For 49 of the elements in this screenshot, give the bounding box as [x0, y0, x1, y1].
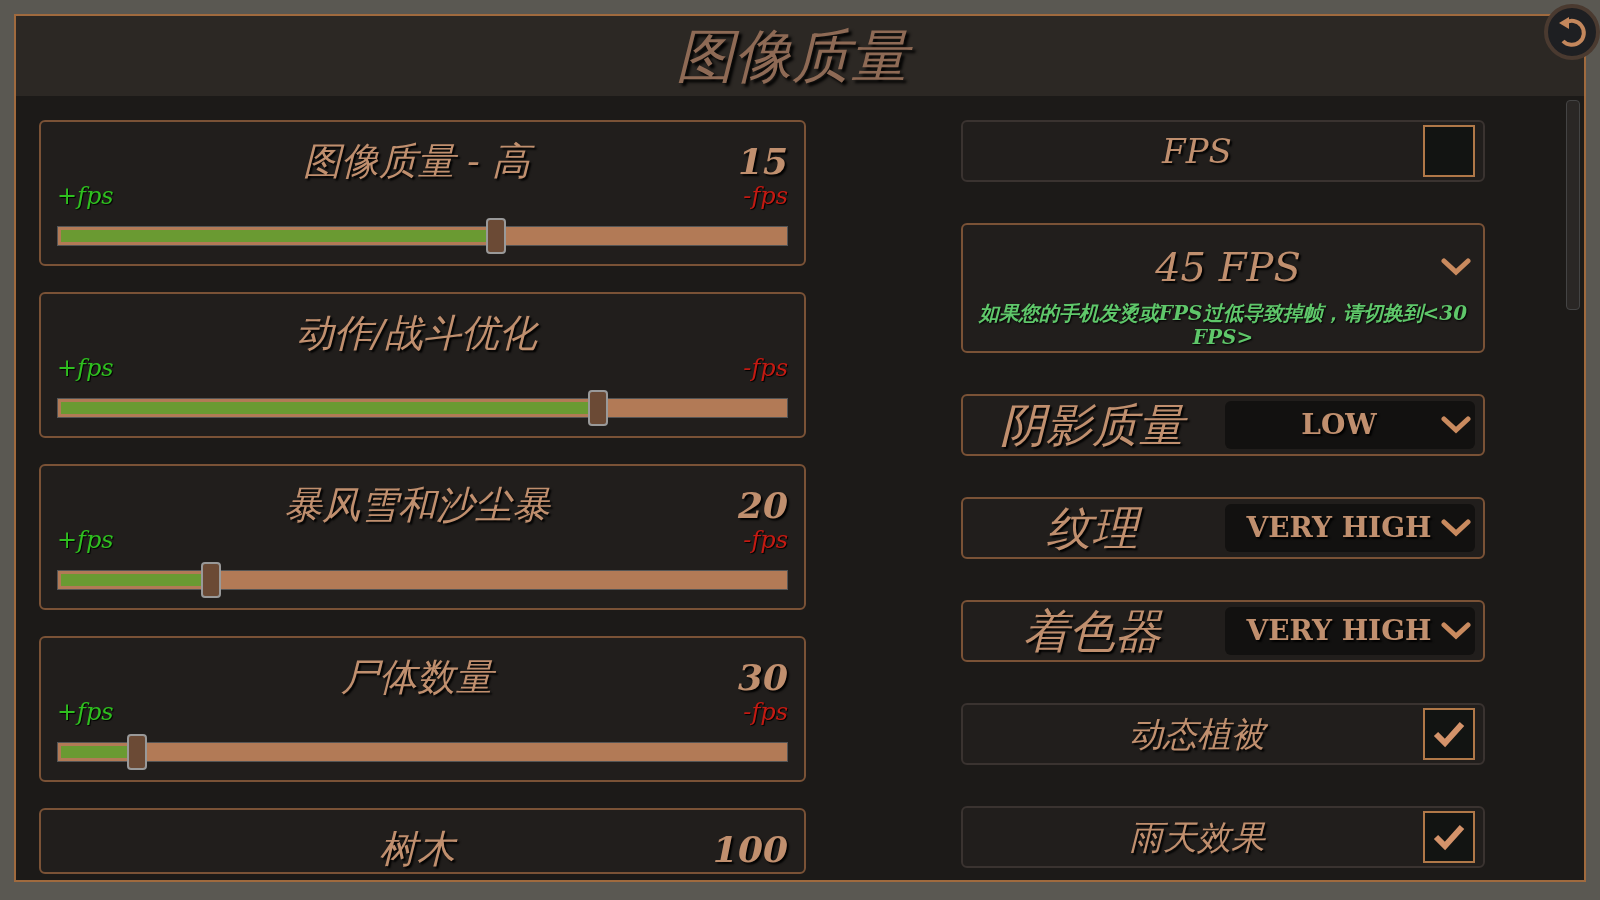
less-fps-label: -fps: [743, 697, 788, 728]
chevron-down-icon: [1441, 415, 1471, 435]
quality-select[interactable]: VERY HIGH: [1225, 504, 1475, 552]
checkmark-icon: [1432, 720, 1466, 748]
option-label: 着色器: [1022, 602, 1164, 660]
slider-track[interactable]: [57, 562, 788, 598]
slider-label: 动作/战斗优化: [296, 310, 540, 357]
slider-value: 15: [737, 139, 788, 184]
option-label: 阴影质量: [971, 390, 1213, 460]
slider-thumb[interactable]: [587, 390, 608, 426]
slider-value: 100: [712, 827, 788, 872]
reset-button[interactable]: [1544, 4, 1600, 60]
quality-select[interactable]: VERY HIGH: [1225, 607, 1475, 655]
fps-dropdown[interactable]: 45 FPS 如果您的手机发烫或FPS过低导致掉帧，请切换到<30 FPS>: [961, 223, 1485, 353]
more-fps-label: +fps: [57, 525, 114, 556]
checkbox[interactable]: [1423, 811, 1475, 863]
slider-thumb[interactable]: [127, 734, 148, 770]
chevron-down-icon: [1441, 518, 1471, 538]
slider-track[interactable]: [57, 218, 788, 254]
fps-hint-text: 如果您的手机发烫或FPS过低导致掉帧，请切换到<30 FPS>: [977, 301, 1469, 349]
option-label: 动态植被: [971, 708, 1423, 760]
slider-thumb[interactable]: [200, 562, 221, 598]
less-fps-label: -fps: [743, 353, 788, 384]
option-label: FPS: [1160, 129, 1233, 173]
dropdown-value: 45 FPS: [1154, 243, 1302, 292]
scrollbar-thumb[interactable]: [1566, 100, 1580, 310]
slider-value: 20: [737, 483, 788, 528]
checkmark-icon: [1432, 823, 1466, 851]
option-label: 雨天效果: [1128, 815, 1267, 859]
more-fps-label: +fps: [57, 353, 114, 384]
chevron-down-icon: [1441, 257, 1471, 277]
slider-thumb[interactable]: [485, 218, 506, 254]
slider-label: 暴风雪和沙尘暴: [283, 482, 552, 529]
chevron-down-icon: [1441, 621, 1471, 641]
less-fps-label: -fps: [743, 525, 788, 556]
checkbox[interactable]: [1423, 125, 1475, 177]
slider-track[interactable]: [57, 390, 788, 426]
slider-label: 树木: [378, 824, 467, 872]
less-fps-label: -fps: [743, 181, 788, 212]
option-label: 纹理: [971, 493, 1213, 563]
slider-value: 30: [737, 655, 788, 700]
more-fps-label: +fps: [57, 697, 114, 728]
quality-select[interactable]: LOW: [1225, 401, 1475, 449]
window-title: 图像质量: [676, 18, 924, 94]
checkbox[interactable]: [1423, 708, 1475, 760]
more-fps-label: +fps: [57, 181, 114, 212]
slider-label: 图像质量 - 高: [303, 136, 542, 186]
slider-track[interactable]: [57, 734, 788, 770]
slider-label: 尸体数量: [340, 652, 505, 702]
